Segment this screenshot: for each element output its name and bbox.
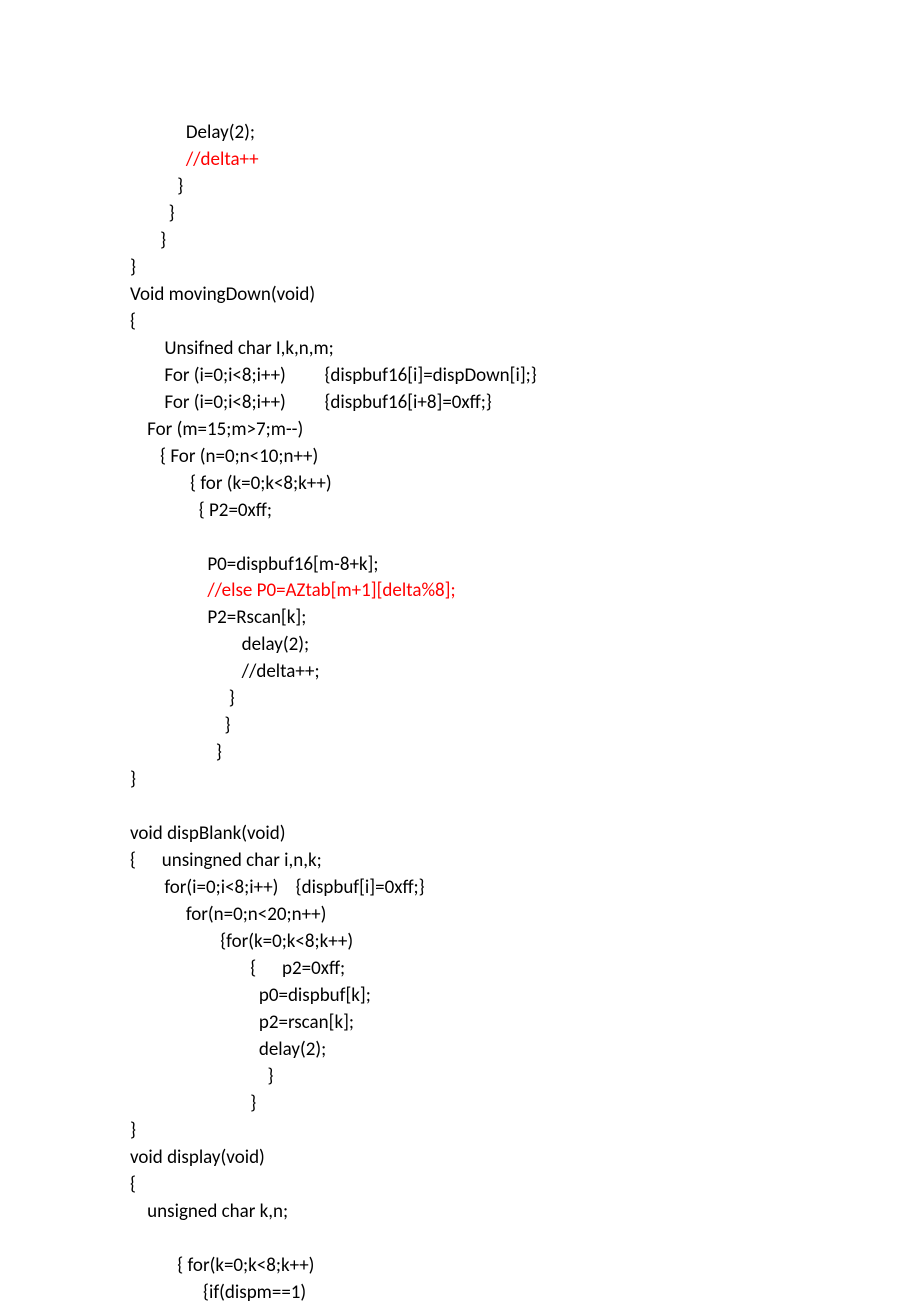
code-line: }: [130, 1118, 790, 1145]
code-line: Unsifned char I,k,n,m;: [130, 336, 790, 363]
document-page: Delay(2); //delta++ } } }}Void movingDow…: [0, 0, 920, 1307]
code-line: }: [130, 740, 790, 767]
code-line: }: [130, 255, 790, 282]
code-line: For (i=0;i<8;i++) {dispbuf16[i+8]=0xff;}: [130, 390, 790, 417]
code-line: {for(k=0;k<8;k++): [130, 929, 790, 956]
code-line: Delay(2);: [130, 120, 790, 147]
code-line: Void movingDown(void): [130, 282, 790, 309]
code-line: P2=Rscan[k];: [130, 605, 790, 632]
code-block: Delay(2); //delta++ } } }}Void movingDow…: [130, 120, 790, 1307]
code-line: delay(2);: [130, 632, 790, 659]
code-line: delay(2);: [130, 1037, 790, 1064]
code-line: for(i=0;i<8;i++) {dispbuf[i]=0xff;}: [130, 875, 790, 902]
code-line: { for (k=0;k<8;k++): [130, 471, 790, 498]
code-line: For (i=0;i<8;i++) {dispbuf16[i]=dispDown…: [130, 363, 790, 390]
code-line: {: [130, 309, 790, 336]
code-line: }: [130, 228, 790, 255]
code-line: }: [130, 713, 790, 740]
code-line: //delta++;: [130, 659, 790, 686]
code-line: [130, 1226, 790, 1253]
code-line: p0=dispbuf[k];: [130, 983, 790, 1010]
code-line: }: [130, 174, 790, 201]
code-line: //delta++: [130, 147, 790, 174]
code-line: }: [130, 767, 790, 794]
code-line: }: [130, 1091, 790, 1118]
code-line: p2=rscan[k];: [130, 1010, 790, 1037]
code-line: void display(void): [130, 1145, 790, 1172]
code-line: { P2=0xff;: [130, 498, 790, 525]
code-line: { for(k=0;k<8;k++): [130, 1253, 790, 1280]
code-line: //else P0=AZtab[m+1][delta%8];: [130, 578, 790, 605]
code-line: }: [130, 686, 790, 713]
code-line: P0=dispbuf16[m-8+k];: [130, 552, 790, 579]
code-line: [130, 794, 790, 821]
code-line: void dispBlank(void): [130, 821, 790, 848]
code-line: For (m=15;m>7;m--): [130, 417, 790, 444]
code-line: for(n=0;n<20;n++): [130, 902, 790, 929]
code-line: { p2=0xff;: [130, 956, 790, 983]
code-line: }: [130, 201, 790, 228]
code-line: { For (n=0;n<10;n++): [130, 444, 790, 471]
code-line: {: [130, 1172, 790, 1199]
code-line: unsigned char k,n;: [130, 1199, 790, 1226]
code-line: { unsingned char i,n,k;: [130, 848, 790, 875]
code-line: }: [130, 1064, 790, 1091]
code-line: [130, 525, 790, 552]
code-line: {if(dispm==1): [130, 1280, 790, 1307]
